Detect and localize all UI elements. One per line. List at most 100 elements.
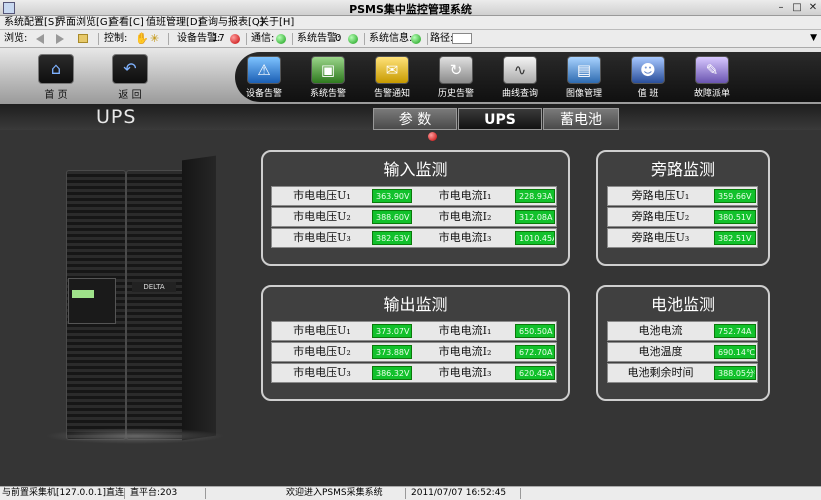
sys-info-indicator-icon[interactable] (411, 34, 421, 44)
toolbar-divider (168, 33, 169, 45)
status-divider (205, 488, 206, 499)
bypass-voltage-label: 旁路电压U₃ (631, 231, 690, 244)
nav-alarm-notify-label: 告警通知 (373, 89, 410, 99)
input-voltage-label: 市电电压U₂ (293, 210, 351, 223)
chevron-down-icon[interactable]: ▼ (810, 33, 817, 43)
nav-history-alarm-button[interactable]: ↻ 历史告警 (430, 56, 482, 102)
input-voltage-label: 市电电压U₃ (293, 231, 351, 244)
person-icon: ☻ (631, 56, 665, 84)
home-label: 首 页 (44, 90, 68, 101)
device-alarm-indicator-icon[interactable] (230, 34, 240, 44)
device-alarm-count: 17 (212, 33, 225, 44)
nav-image-manage-button[interactable]: ▤ 图像管理 (558, 56, 610, 102)
chart-curve-icon: ∿ (503, 56, 537, 84)
nav-duty-button[interactable]: ☻ 值 班 (622, 56, 674, 102)
path-field[interactable] (452, 33, 472, 44)
battery-row-3: 电池剩余时间 388.05分钟 (607, 363, 758, 383)
tab-parameters[interactable]: 参 数 (373, 108, 457, 130)
output-current-value: 620.45A (515, 366, 555, 380)
sys-info-label: 系统信息: (369, 33, 413, 44)
forward-arrow-icon[interactable] (56, 34, 64, 44)
ups-device-image: DELTA (62, 155, 216, 448)
nav-duty-label: 值 班 (637, 89, 659, 99)
ups-control-panel (68, 278, 116, 324)
input-current-label: 市电电流I₃ (438, 231, 492, 244)
ups-cabinet-right (126, 170, 186, 440)
nav-curve-query-label: 曲线查询 (501, 89, 538, 99)
output-current-value: 650.50A (515, 324, 555, 338)
tab-ups[interactable]: UPS (458, 108, 542, 130)
battery-row-2: 电池温度 690.14℃ (607, 342, 758, 362)
input-current-value: 1010.45A (515, 231, 555, 245)
input-row-1: 市电电压U₁ 363.90V 市电电流I₁ 228.93A (271, 186, 557, 206)
status-host: 与前置采集机[127.0.0.1]直连 (2, 488, 124, 498)
nav-alarm-notify-button[interactable]: ✉ 告警通知 (366, 56, 418, 102)
nav-curve-query-button[interactable]: ∿ 曲线查询 (494, 56, 546, 102)
device-reflection (45, 428, 225, 444)
nav-history-alarm-label: 历史告警 (437, 89, 474, 99)
menu-bar: 系统配置[S] 界面浏览[G] 查看[C] 值班管理[D] 查询与报表[Q] 关… (0, 16, 821, 30)
input-current-label: 市电电流I₂ (438, 210, 492, 223)
status-platform: 直平台:203 (130, 488, 178, 498)
menu-system-config[interactable]: 系统配置[S] (4, 16, 58, 30)
comm-indicator-icon[interactable] (276, 34, 286, 44)
nav-device-alarm-button[interactable]: ⚠ 设备告警 (238, 56, 290, 102)
chip-icon: ▣ (311, 56, 345, 84)
toolbar-divider (292, 33, 293, 45)
home-button[interactable]: ⌂ 首 页 (36, 54, 76, 102)
tab-battery[interactable]: 蓄电池 (543, 108, 619, 130)
battery-remaining-value: 388.05分钟 (714, 366, 756, 380)
menu-duty-management[interactable]: 值班管理[D] (146, 16, 202, 30)
input-voltage-value: 388.60V (372, 210, 412, 224)
monitor-icon: ▤ (567, 56, 601, 84)
menu-view[interactable]: 查看[C] (109, 16, 144, 30)
battery-temperature-label: 电池温度 (638, 345, 683, 358)
window-title-bar: PSMS集中监控管理系统 – □ ✕ (0, 0, 821, 16)
bypass-voltage-value: 382.51V (714, 231, 756, 245)
sys-alarm-indicator-icon[interactable] (348, 34, 358, 44)
control-light-icon[interactable]: ✳ (150, 30, 159, 48)
menu-ui-browse[interactable]: 界面浏览[G] (56, 16, 112, 30)
folder-icon[interactable] (78, 34, 88, 43)
status-welcome: 欢迎进入PSMS采集系统 (286, 488, 383, 498)
output-current-label: 市电电流I₂ (438, 345, 492, 358)
nav-system-alarm-button[interactable]: ▣ 系统告警 (302, 56, 354, 102)
close-button[interactable]: ✕ (806, 2, 820, 14)
control-label: 控制: (104, 33, 128, 44)
ups-lcd-display (72, 290, 94, 298)
dispatch-icon: ✎ (695, 56, 729, 84)
nav-fault-dispatch-button[interactable]: ✎ 故障派单 (686, 56, 738, 102)
path-label: 路径: (430, 33, 454, 44)
minimize-button[interactable]: – (774, 2, 788, 14)
notify-icon: ✉ (375, 56, 409, 84)
input-voltage-value: 382.63V (372, 231, 412, 245)
battery-remaining-label: 电池剩余时间 (627, 366, 694, 379)
alarm-indicator-icon (428, 132, 437, 141)
menu-query-report[interactable]: 查询与报表[Q] (198, 16, 264, 30)
output-current-label: 市电电流I₃ (438, 366, 492, 379)
bypass-voltage-value: 359.66V (714, 189, 756, 203)
nav-device-alarm-label: 设备告警 (245, 89, 282, 99)
maximize-button[interactable]: □ (790, 2, 804, 14)
battery-current-value: 752.74A (714, 324, 756, 338)
back-button[interactable]: ↶ 返 回 (110, 54, 150, 102)
output-voltage-value: 373.07V (372, 324, 412, 338)
bypass-voltage-label: 旁路电压U₂ (631, 210, 690, 223)
warning-icon: ⚠ (247, 56, 281, 84)
menu-about[interactable]: 关于[H] (259, 16, 294, 30)
ups-cabinet-side (182, 155, 216, 441)
output-current-label: 市电电流I₁ (438, 324, 492, 337)
nav-fault-dispatch-label: 故障派单 (693, 89, 730, 99)
page-title: UPS (96, 106, 137, 128)
control-hand-icon[interactable]: ✋ (135, 30, 149, 48)
input-current-value: 312.08A (515, 210, 555, 224)
input-current-label: 市电电流I₁ (438, 189, 492, 202)
back-arrow-icon[interactable] (36, 34, 44, 44)
home-icon: ⌂ (38, 54, 74, 84)
input-row-2: 市电电压U₂ 388.60V 市电电流I₂ 312.08A (271, 207, 557, 227)
nav-image-manage-label: 图像管理 (565, 89, 602, 99)
toolbar-divider (364, 33, 365, 45)
back-icon: ↶ (112, 54, 148, 84)
status-toolbar: 浏览: 控制: ✋ ✳ 设备告警: 17 通信: 系统告警: 0 系统信息: 路… (0, 30, 821, 48)
output-voltage-label: 市电电压U₁ (293, 324, 351, 337)
